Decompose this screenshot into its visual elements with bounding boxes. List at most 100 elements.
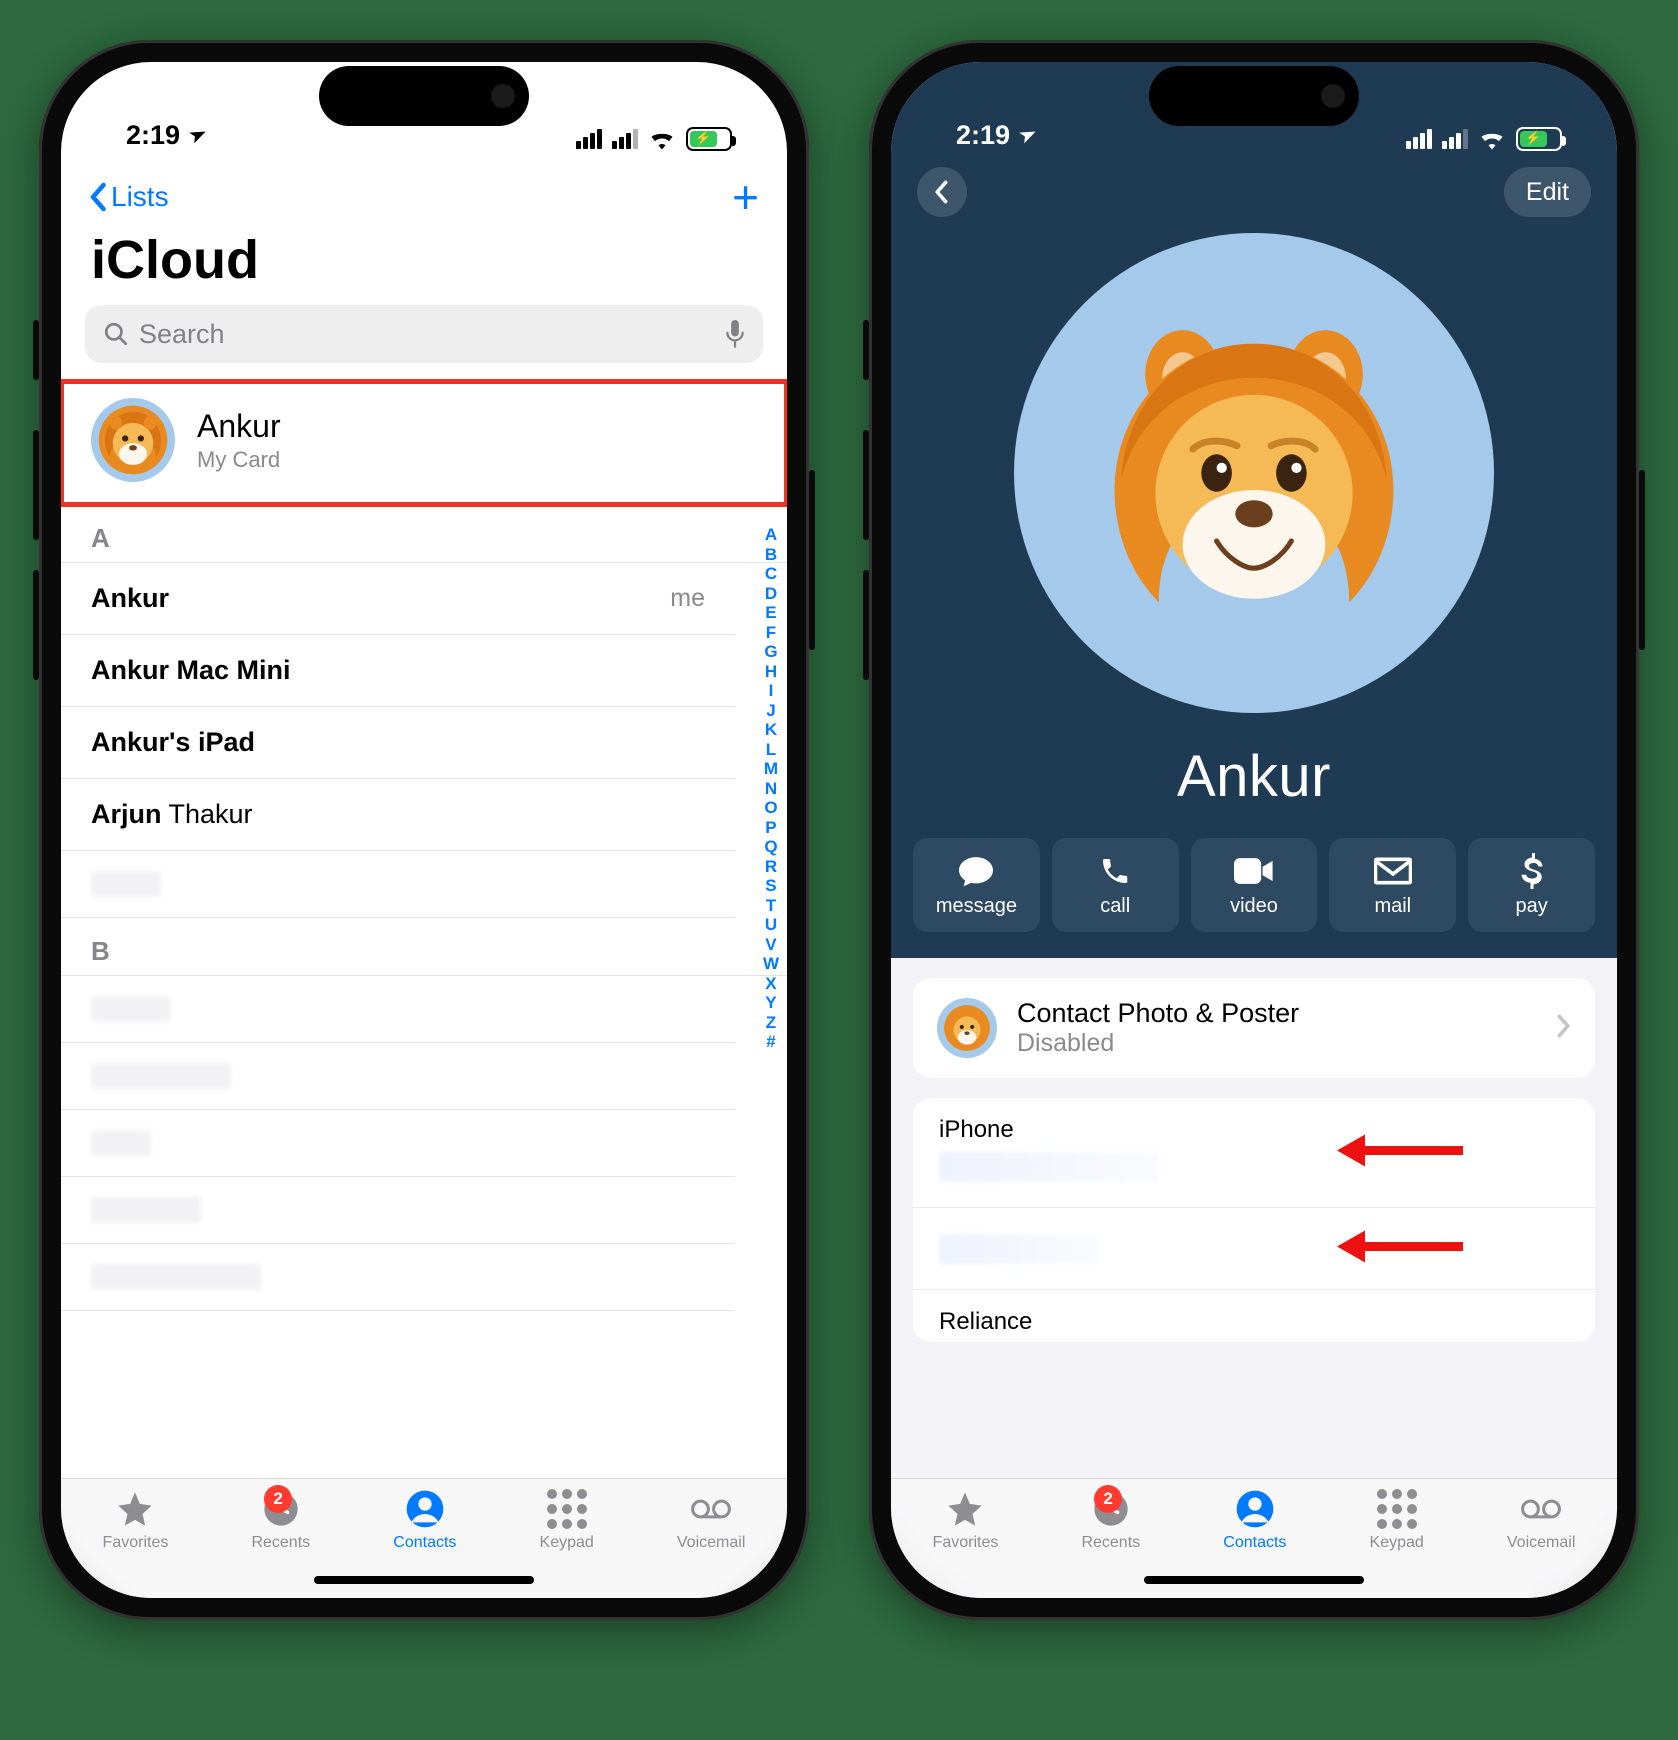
tab-favorites[interactable]: Favorites — [103, 1489, 169, 1552]
star-icon — [115, 1489, 155, 1529]
annotation-arrow — [1335, 1130, 1465, 1175]
star-icon — [945, 1489, 985, 1529]
index-letter[interactable]: W — [763, 954, 779, 974]
edit-button[interactable]: Edit — [1504, 167, 1591, 217]
tab-keypad[interactable]: Keypad — [1370, 1489, 1424, 1552]
list-item[interactable] — [61, 1177, 735, 1244]
iphone-right: 2:19 Edit — [869, 40, 1639, 1620]
action-video[interactable]: video — [1191, 838, 1318, 932]
dynamic-island — [319, 66, 529, 126]
tab-keypad[interactable]: Keypad — [540, 1489, 594, 1552]
message-icon — [957, 854, 995, 888]
lion-icon — [944, 1005, 990, 1051]
index-letter[interactable]: # — [766, 1032, 775, 1052]
search-icon — [103, 321, 129, 347]
phone-iphone-row[interactable]: iPhone — [913, 1098, 1595, 1208]
lion-icon — [1084, 303, 1424, 643]
signal-2-icon — [612, 129, 638, 149]
action-call[interactable]: call — [1052, 838, 1179, 932]
recents-badge: 2 — [264, 1485, 292, 1513]
index-letter[interactable]: U — [765, 915, 777, 935]
page-title: iCloud — [61, 227, 787, 305]
redacted-value — [939, 1152, 1159, 1182]
index-letter[interactable]: R — [765, 857, 777, 877]
list-item[interactable]: Ankur me — [61, 563, 735, 635]
list-item[interactable]: Ankur's iPad — [61, 707, 735, 779]
action-message[interactable]: message — [913, 838, 1040, 932]
index-letter[interactable]: H — [765, 662, 777, 682]
index-letter[interactable]: M — [764, 759, 778, 779]
add-contact-button[interactable]: + — [732, 174, 759, 220]
back-lists-button[interactable]: Lists — [89, 181, 169, 213]
status-time: 2:19 — [956, 120, 1010, 151]
index-letter[interactable]: S — [765, 876, 776, 896]
tab-recents[interactable]: Recents 2 — [1081, 1489, 1140, 1552]
alpha-index[interactable]: ABCDEFGHIJKLMNOPQRSTUVWXYZ# — [763, 525, 779, 1052]
index-letter[interactable]: G — [764, 642, 777, 662]
index-letter[interactable]: K — [765, 720, 777, 740]
search-placeholder: Search — [139, 319, 225, 350]
index-letter[interactable]: F — [766, 623, 776, 643]
list-item[interactable] — [61, 1244, 735, 1311]
index-letter[interactable]: E — [765, 603, 776, 623]
index-letter[interactable]: X — [765, 974, 776, 994]
tab-voicemail[interactable]: Voicemail — [677, 1489, 745, 1552]
index-letter[interactable]: T — [766, 896, 776, 916]
battery-icon — [1516, 127, 1562, 151]
list-item[interactable] — [61, 1043, 735, 1110]
index-letter[interactable]: O — [764, 798, 777, 818]
search-input[interactable]: Search — [85, 305, 763, 363]
index-letter[interactable]: P — [765, 818, 776, 838]
home-indicator[interactable] — [314, 1576, 534, 1584]
status-time: 2:19 — [126, 120, 180, 151]
contacts-list[interactable]: A Ankur me Ankur Mac Mini Ankur's iPad A… — [61, 505, 787, 1478]
list-item[interactable]: Ankur Mac Mini — [61, 635, 735, 707]
index-letter[interactable]: Y — [765, 993, 776, 1013]
phone-reliance-row[interactable]: Reliance — [913, 1290, 1595, 1342]
nav-bar: Lists + — [61, 157, 787, 227]
index-letter[interactable]: I — [769, 681, 774, 701]
index-letter[interactable]: B — [765, 545, 777, 565]
index-letter[interactable]: A — [765, 525, 777, 545]
index-letter[interactable]: V — [765, 935, 776, 955]
home-indicator[interactable] — [1144, 1576, 1364, 1584]
chevron-left-icon — [934, 180, 950, 204]
tab-contacts[interactable]: Contacts — [393, 1489, 456, 1552]
section-header-a: A — [61, 505, 787, 563]
signal-1-icon — [576, 129, 602, 149]
tab-favorites[interactable]: Favorites — [933, 1489, 999, 1552]
phone-row-2[interactable] — [913, 1208, 1595, 1290]
index-letter[interactable]: Q — [764, 837, 777, 857]
list-item[interactable] — [61, 1110, 735, 1177]
tab-voicemail[interactable]: Voicemail — [1507, 1489, 1575, 1552]
back-label: Lists — [111, 181, 169, 213]
signal-1-icon — [1406, 129, 1432, 149]
mic-icon[interactable] — [725, 320, 745, 348]
location-icon — [183, 123, 209, 149]
video-icon — [1234, 857, 1274, 885]
voicemail-icon — [690, 1494, 732, 1524]
my-card-row[interactable]: Ankur My Card — [61, 381, 787, 505]
list-item[interactable] — [61, 851, 735, 918]
list-item[interactable] — [61, 976, 735, 1043]
iphone-left: 2:19 Lists + iCloud Search — [39, 40, 809, 1620]
nav-bar: Edit — [891, 157, 1617, 219]
index-letter[interactable]: C — [765, 564, 777, 584]
index-letter[interactable]: N — [765, 779, 777, 799]
action-mail[interactable]: mail — [1329, 838, 1456, 932]
index-letter[interactable]: L — [766, 740, 776, 760]
wifi-icon — [1478, 128, 1506, 150]
poster-title: Contact Photo & Poster — [1017, 998, 1299, 1029]
contact-avatar[interactable] — [1014, 233, 1494, 713]
index-letter[interactable]: Z — [766, 1013, 776, 1033]
list-item[interactable]: Arjun Thakur — [61, 779, 735, 851]
index-letter[interactable]: D — [765, 584, 777, 604]
back-button[interactable] — [917, 167, 967, 217]
index-letter[interactable]: J — [766, 701, 775, 721]
action-pay[interactable]: pay — [1468, 838, 1595, 932]
tab-recents[interactable]: Recents 2 — [251, 1489, 310, 1552]
avatar — [91, 398, 175, 482]
tab-contacts[interactable]: Contacts — [1223, 1489, 1286, 1552]
contact-poster-card[interactable]: Contact Photo & Poster Disabled — [913, 978, 1595, 1078]
location-icon — [1013, 123, 1039, 149]
